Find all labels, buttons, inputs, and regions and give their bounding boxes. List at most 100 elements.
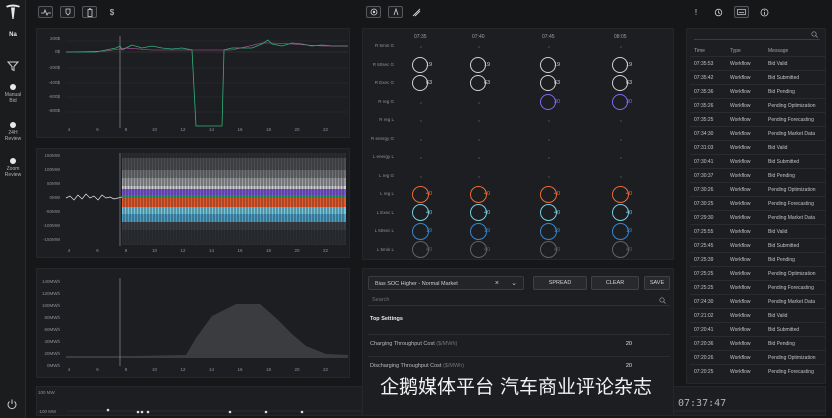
filter-icon[interactable] xyxy=(6,60,20,72)
save-button[interactable]: SAVE xyxy=(644,276,670,290)
log-row[interactable]: 07:25:45 Workflow Bid Submitted xyxy=(690,238,826,252)
setting-value[interactable]: 20 xyxy=(626,363,632,369)
log-search-input[interactable] xyxy=(694,30,820,40)
log-row[interactable]: 07:20:41 Workflow Bid Submitted xyxy=(690,322,826,336)
history-icon[interactable] xyxy=(712,6,724,18)
bid-row-label: R 60sec G xyxy=(372,61,394,67)
sidebar-item-24h-review[interactable]: 24H Review xyxy=(0,122,26,142)
bid-row-label: R reg G xyxy=(378,98,394,104)
bid-row-label: R reg L xyxy=(379,117,394,122)
sidebar-item-label: Review xyxy=(4,172,22,178)
log-time: 07:25:25 xyxy=(694,271,714,277)
log-row[interactable]: 07:25:25 Workflow Pending Optimization xyxy=(690,266,826,280)
log-type: Workflow xyxy=(730,355,751,361)
log-message: Pending Market Data xyxy=(768,299,815,305)
user-initials[interactable]: Na xyxy=(0,32,26,38)
log-type: Workflow xyxy=(730,327,751,333)
x-tick: 12 xyxy=(180,127,186,132)
log-type: Workflow xyxy=(730,257,751,263)
empty-cell-dot xyxy=(420,138,422,141)
log-row[interactable]: 07:35:25 Workflow Pending Forecasting xyxy=(690,112,826,126)
empty-cell-dot xyxy=(478,101,480,104)
log-row[interactable]: 07:30:37 Workflow Bid Pending xyxy=(690,168,826,182)
battery-icon xyxy=(87,7,92,17)
log-row[interactable]: 07:35:42 Workflow Bid Submitted xyxy=(690,70,826,84)
log-row[interactable]: 07:20:36 Workflow Bid Pending xyxy=(690,336,826,350)
clear-button[interactable]: CLEAR xyxy=(591,276,639,290)
log-row[interactable]: 07:21:02 Workflow Bid Valid xyxy=(690,308,826,322)
setting-value[interactable]: 20 xyxy=(626,341,632,347)
log-row[interactable]: 07:35:36 Workflow Bid Pending xyxy=(690,84,826,98)
spread-button[interactable]: SPREAD xyxy=(533,276,587,290)
log-time: 07:25:25 xyxy=(694,285,714,291)
tesla-logo-icon[interactable] xyxy=(4,4,22,20)
log-row[interactable]: 07:35:53 Workflow Bid Valid xyxy=(690,56,826,70)
sidebar-item-zoom-review[interactable]: Zoom Review xyxy=(0,158,26,178)
log-header-type: Type xyxy=(730,48,741,54)
dollar-icon[interactable]: $ xyxy=(106,6,118,18)
log-row[interactable]: 07:30:25 Workflow Pending Forecasting xyxy=(690,196,826,210)
battery-button[interactable] xyxy=(82,6,97,18)
bid-value: 30 xyxy=(554,98,561,105)
info-icon[interactable] xyxy=(758,6,770,18)
signal-icon[interactable] xyxy=(410,6,422,18)
empty-cell-dot xyxy=(620,175,622,178)
log-type: Workflow xyxy=(730,285,751,291)
pulse-button[interactable] xyxy=(38,6,53,18)
strategy-select[interactable]: Bias SOC Higher - Normal Market × ⌄ xyxy=(368,276,524,290)
x-tick: 20 xyxy=(294,367,300,372)
time-column-header: 07:45 xyxy=(542,34,555,40)
power-icon[interactable] xyxy=(6,398,18,410)
log-time: 07:31:03 xyxy=(694,145,714,151)
log-time: 07:30:26 xyxy=(694,187,714,193)
alert-icon[interactable]: ! xyxy=(690,6,702,18)
log-row[interactable]: 07:20:25 Workflow Pending Forecasting xyxy=(690,364,826,378)
bid-row-label: L 60sec L xyxy=(374,228,394,233)
log-time: 07:20:36 xyxy=(694,341,714,347)
bid-value: 19 xyxy=(626,61,633,68)
log-header-time: Time xyxy=(694,48,705,54)
log-row[interactable]: 07:30:26 Workflow Pending Optimization xyxy=(690,182,826,196)
setting-row[interactable]: Charging Throughput Cost ($/MWh) 20 xyxy=(368,334,670,352)
log-row[interactable]: 07:34:30 Workflow Pending Market Data xyxy=(690,126,826,140)
x-tick: 6 xyxy=(96,367,99,372)
sidebar-item-manual-bid[interactable]: Manual Bid xyxy=(0,84,26,104)
log-row[interactable]: 07:20:26 Workflow Pending Optimization xyxy=(690,350,826,364)
run-button[interactable] xyxy=(388,6,403,18)
settings-search-input[interactable]: Search xyxy=(368,296,670,306)
power-chart[interactable] xyxy=(36,148,350,258)
log-type: Workflow xyxy=(730,215,751,221)
log-row[interactable]: 07:25:55 Workflow Bid Valid xyxy=(690,224,826,238)
log-row[interactable]: 07:25:39 Workflow Bid Pending xyxy=(690,252,826,266)
clear-select-icon[interactable]: × xyxy=(495,280,499,287)
bid-value: 40 xyxy=(426,209,433,216)
chevron-down-icon[interactable]: ⌄ xyxy=(511,279,517,287)
log-row[interactable]: 07:24:30 Workflow Pending Market Data xyxy=(690,294,826,308)
log-row[interactable]: 07:30:41 Workflow Bid Submitted xyxy=(690,154,826,168)
log-row[interactable]: 07:25:25 Workflow Pending Forecasting xyxy=(690,280,826,294)
log-row[interactable]: 07:31:03 Workflow Bid Valid xyxy=(690,140,826,154)
log-time: 07:35:26 xyxy=(694,103,714,109)
strategy-select-value: Bias SOC Higher - Normal Market xyxy=(375,281,458,287)
log-row[interactable]: 07:35:26 Workflow Pending Optimization xyxy=(690,98,826,112)
log-row[interactable]: 07:29:30 Workflow Pending Market Data xyxy=(690,210,826,224)
log-time: 07:34:30 xyxy=(694,131,714,137)
x-tick: 14 xyxy=(208,127,214,132)
baseline-power-line xyxy=(65,193,123,201)
empty-cell-dot xyxy=(478,175,480,178)
bid-value: 40 xyxy=(554,246,561,253)
bid-row-label: L reg L xyxy=(380,191,394,196)
empty-cell-dot xyxy=(548,175,550,178)
y-tick: 150MW xyxy=(44,153,60,158)
bid-value: 63 xyxy=(554,80,561,86)
log-message: Bid Submitted xyxy=(768,159,800,165)
log-message: Pending Forecasting xyxy=(768,117,814,123)
x-tick: 14 xyxy=(208,248,214,253)
energy-chart[interactable] xyxy=(36,268,350,378)
keyboard-button[interactable] xyxy=(734,6,749,18)
empty-cell-dot xyxy=(548,46,550,48)
tag-button[interactable] xyxy=(60,6,75,18)
price-chart[interactable] xyxy=(36,28,350,138)
target-button[interactable] xyxy=(366,6,381,18)
power-stack-bands xyxy=(122,158,346,238)
